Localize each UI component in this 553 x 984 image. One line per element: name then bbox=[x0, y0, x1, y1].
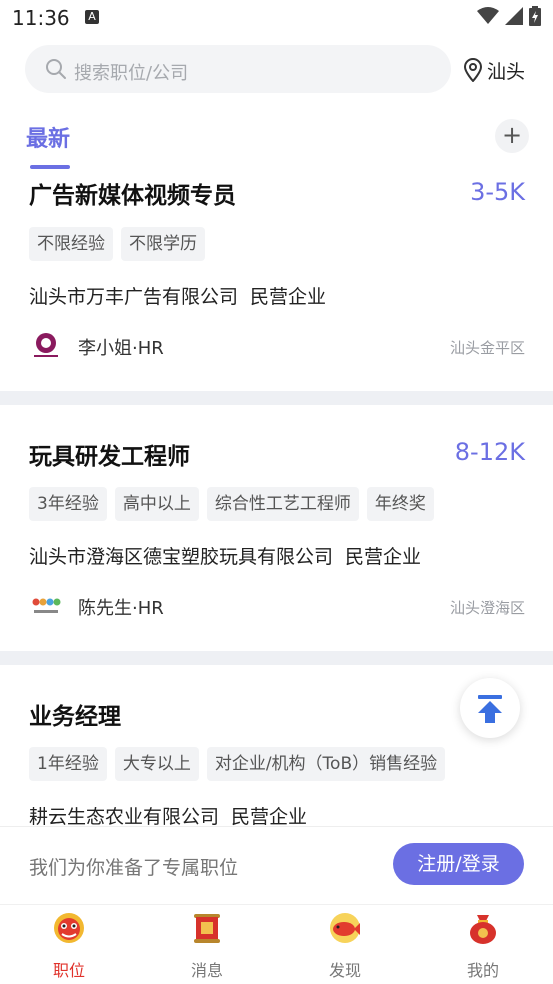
fortune-scroll-icon bbox=[194, 914, 220, 943]
job-tag: 综合性工艺工程师 bbox=[206, 487, 359, 521]
bottom-nav: 职位 消息 发现 我的 bbox=[0, 904, 553, 984]
battery-icon bbox=[529, 6, 541, 26]
company-logo bbox=[31, 330, 61, 360]
job-tags: 3年经验 高中以上 综合性工艺工程师 年终奖 bbox=[29, 487, 434, 521]
login-prompt-text: 我们为你准备了专属职位 bbox=[29, 857, 239, 879]
search-icon bbox=[46, 59, 66, 79]
company-name: 汕头市万丰广告有限公司 bbox=[29, 286, 239, 308]
job-area: 汕头金平区 bbox=[449, 339, 525, 357]
koi-fish-icon bbox=[330, 913, 360, 943]
nav-label: 职位 bbox=[52, 961, 85, 980]
nav-label: 我的 bbox=[466, 961, 499, 980]
company-line: 耕云生态农业有限公司 民营企业 bbox=[29, 802, 319, 826]
job-tag: 3年经验 bbox=[29, 487, 107, 521]
status-time: 11:36 bbox=[12, 6, 70, 30]
search-row: 搜索职位/公司 汕头 bbox=[0, 40, 553, 100]
search-input[interactable]: 搜索职位/公司 bbox=[25, 45, 451, 93]
company-type: 民营企业 bbox=[345, 546, 422, 568]
job-tag: 大专以上 bbox=[114, 747, 199, 781]
nav-item-mine[interactable]: 我的 bbox=[414, 905, 552, 984]
card-divider bbox=[0, 651, 553, 665]
company-type: 民营企业 bbox=[250, 286, 327, 308]
hr-row: 李小姐·HR 汕头金平区 bbox=[29, 329, 525, 365]
job-tags: 1年经验 大专以上 对企业/机构（ToB）销售经验 bbox=[29, 747, 446, 781]
company-line: 汕头市澄海区德宝塑胶玩具有限公司 民营企业 bbox=[29, 542, 433, 569]
tab-latest[interactable]: 最新 bbox=[26, 121, 70, 153]
job-area: 汕头澄海区 bbox=[449, 599, 525, 617]
nav-item-messages[interactable]: 消息 bbox=[138, 905, 276, 984]
nav-item-discover[interactable]: 发现 bbox=[276, 905, 414, 984]
job-title: 业务经理 bbox=[29, 704, 121, 730]
search-placeholder: 搜索职位/公司 bbox=[74, 63, 189, 84]
wifi-icon bbox=[477, 7, 499, 24]
company-name: 汕头市澄海区德宝塑胶玩具有限公司 bbox=[29, 546, 334, 568]
job-salary: 8-12K bbox=[454, 438, 525, 466]
tab-row: 最新 + bbox=[0, 115, 553, 171]
location-pin-icon bbox=[463, 58, 483, 82]
job-salary: 3-5K bbox=[470, 178, 525, 206]
nav-label: 消息 bbox=[190, 961, 223, 980]
job-tag: 高中以上 bbox=[114, 487, 199, 521]
status-bar: 11:36 A bbox=[0, 0, 553, 36]
arrow-up-icon bbox=[478, 695, 502, 723]
job-title: 广告新媒体视频专员 bbox=[29, 183, 236, 209]
location-selector[interactable]: 汕头 bbox=[463, 56, 525, 84]
hr-row: 陈先生·HR 汕头澄海区 bbox=[29, 589, 525, 625]
job-tag: 不限学历 bbox=[121, 227, 205, 261]
nav-item-jobs[interactable]: 职位 bbox=[0, 905, 138, 984]
job-title: 玩具研发工程师 bbox=[29, 444, 190, 470]
login-prompt-bar: 我们为你准备了专属职位 注册/登录 bbox=[0, 826, 553, 902]
notification-icon: A bbox=[85, 10, 99, 24]
hr-name: 陈先生·HR bbox=[78, 598, 164, 619]
nav-label: 发现 bbox=[328, 961, 361, 980]
signal-icon bbox=[505, 7, 523, 25]
company-logo bbox=[31, 590, 61, 620]
register-login-button[interactable]: 注册/登录 bbox=[393, 843, 524, 885]
hr-name: 李小姐·HR bbox=[78, 338, 164, 359]
tab-underline bbox=[30, 165, 70, 169]
job-card[interactable]: 玩具研发工程师 8-12K 3年经验 高中以上 综合性工艺工程师 年终奖 汕头市… bbox=[0, 405, 553, 651]
lion-dance-icon bbox=[54, 913, 84, 943]
job-card[interactable]: 广告新媒体视频专员 3-5K 不限经验 不限学历 汕头市万丰广告有限公司 民营企业… bbox=[0, 171, 553, 391]
job-tag: 年终奖 bbox=[366, 487, 434, 521]
add-tab-button[interactable]: + bbox=[495, 119, 529, 153]
card-divider bbox=[0, 391, 553, 405]
company-name: 耕云生态农业有限公司 bbox=[29, 806, 220, 826]
lucky-bag-icon bbox=[470, 915, 496, 944]
job-tag: 不限经验 bbox=[29, 227, 113, 261]
company-line: 汕头市万丰广告有限公司 民营企业 bbox=[29, 282, 338, 309]
job-tags: 不限经验 不限学历 bbox=[29, 227, 205, 261]
location-text: 汕头 bbox=[487, 60, 526, 83]
job-tag: 对企业/机构（ToB）销售经验 bbox=[206, 747, 446, 781]
job-tag: 1年经验 bbox=[29, 747, 107, 781]
status-icons bbox=[477, 6, 541, 26]
scroll-to-top-button[interactable] bbox=[460, 678, 520, 738]
company-type: 民营企业 bbox=[231, 806, 308, 826]
